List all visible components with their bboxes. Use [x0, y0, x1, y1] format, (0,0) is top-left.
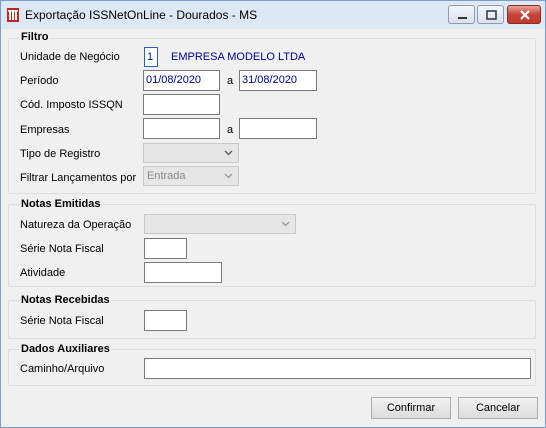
- chevron-down-icon: [224, 150, 233, 156]
- title-bar[interactable]: Exportação ISSNetOnLine - Dourados - MS: [1, 1, 545, 29]
- cod-imposto-label: Cód. Imposto ISSQN: [20, 99, 123, 111]
- unidade-code-field[interactable]: 1: [144, 47, 158, 67]
- caminho-field[interactable]: [144, 358, 531, 379]
- empresas-label: Empresas: [20, 124, 70, 136]
- tipo-registro-select[interactable]: [143, 143, 239, 163]
- serie-recebidas-field[interactable]: [144, 310, 187, 331]
- serie-recebidas-label: Série Nota Fiscal: [20, 315, 104, 327]
- tipo-registro-label: Tipo de Registro: [20, 148, 101, 160]
- unidade-name-link[interactable]: EMPRESA MODELO LTDA: [171, 51, 305, 63]
- confirmar-button[interactable]: Confirmar: [371, 397, 451, 419]
- atividade-label: Atividade: [20, 267, 66, 279]
- serie-emitidas-label: Série Nota Fiscal: [20, 243, 104, 255]
- natureza-label: Natureza da Operação: [20, 219, 132, 231]
- atividade-field[interactable]: [144, 262, 222, 283]
- filtrar-label: Filtrar Lançamentos por: [20, 172, 137, 184]
- chevron-down-icon: [224, 173, 233, 179]
- periodo-sep: a: [227, 75, 234, 87]
- empresas-to-field[interactable]: [239, 118, 317, 139]
- caminho-label: Caminho/Arquivo: [20, 363, 105, 375]
- cancelar-button[interactable]: Cancelar: [458, 397, 538, 419]
- filtro-title: Filtro: [20, 31, 50, 43]
- minimize-button[interactable]: [448, 5, 475, 24]
- filtrar-select[interactable]: Entrada: [143, 166, 239, 186]
- periodo-from-field[interactable]: 01/08/2020: [143, 70, 220, 91]
- notas-emitidas-title: Notas Emitidas: [20, 198, 102, 210]
- dados-auxiliares-title: Dados Auxiliares: [20, 343, 111, 355]
- filtrar-value: Entrada: [147, 170, 186, 182]
- periodo-to-field[interactable]: 31/08/2020: [239, 70, 317, 91]
- periodo-label: Período: [20, 75, 59, 87]
- dialog-window: Exportação ISSNetOnLine - Dourados - MS …: [0, 0, 546, 428]
- empresas-from-field[interactable]: [143, 118, 220, 139]
- window-title: Exportação ISSNetOnLine - Dourados - MS: [25, 8, 258, 22]
- cod-imposto-field[interactable]: [143, 94, 220, 115]
- unidade-label: Unidade de Negócio: [20, 51, 120, 63]
- serie-emitidas-field[interactable]: [144, 238, 187, 259]
- natureza-select[interactable]: [144, 214, 296, 234]
- empresas-sep: a: [227, 124, 234, 136]
- chevron-down-icon: [281, 221, 290, 227]
- maximize-button[interactable]: [477, 5, 504, 24]
- app-logo-icon: [7, 8, 19, 22]
- close-button[interactable]: [507, 5, 541, 24]
- notas-recebidas-title: Notas Recebidas: [20, 294, 111, 306]
